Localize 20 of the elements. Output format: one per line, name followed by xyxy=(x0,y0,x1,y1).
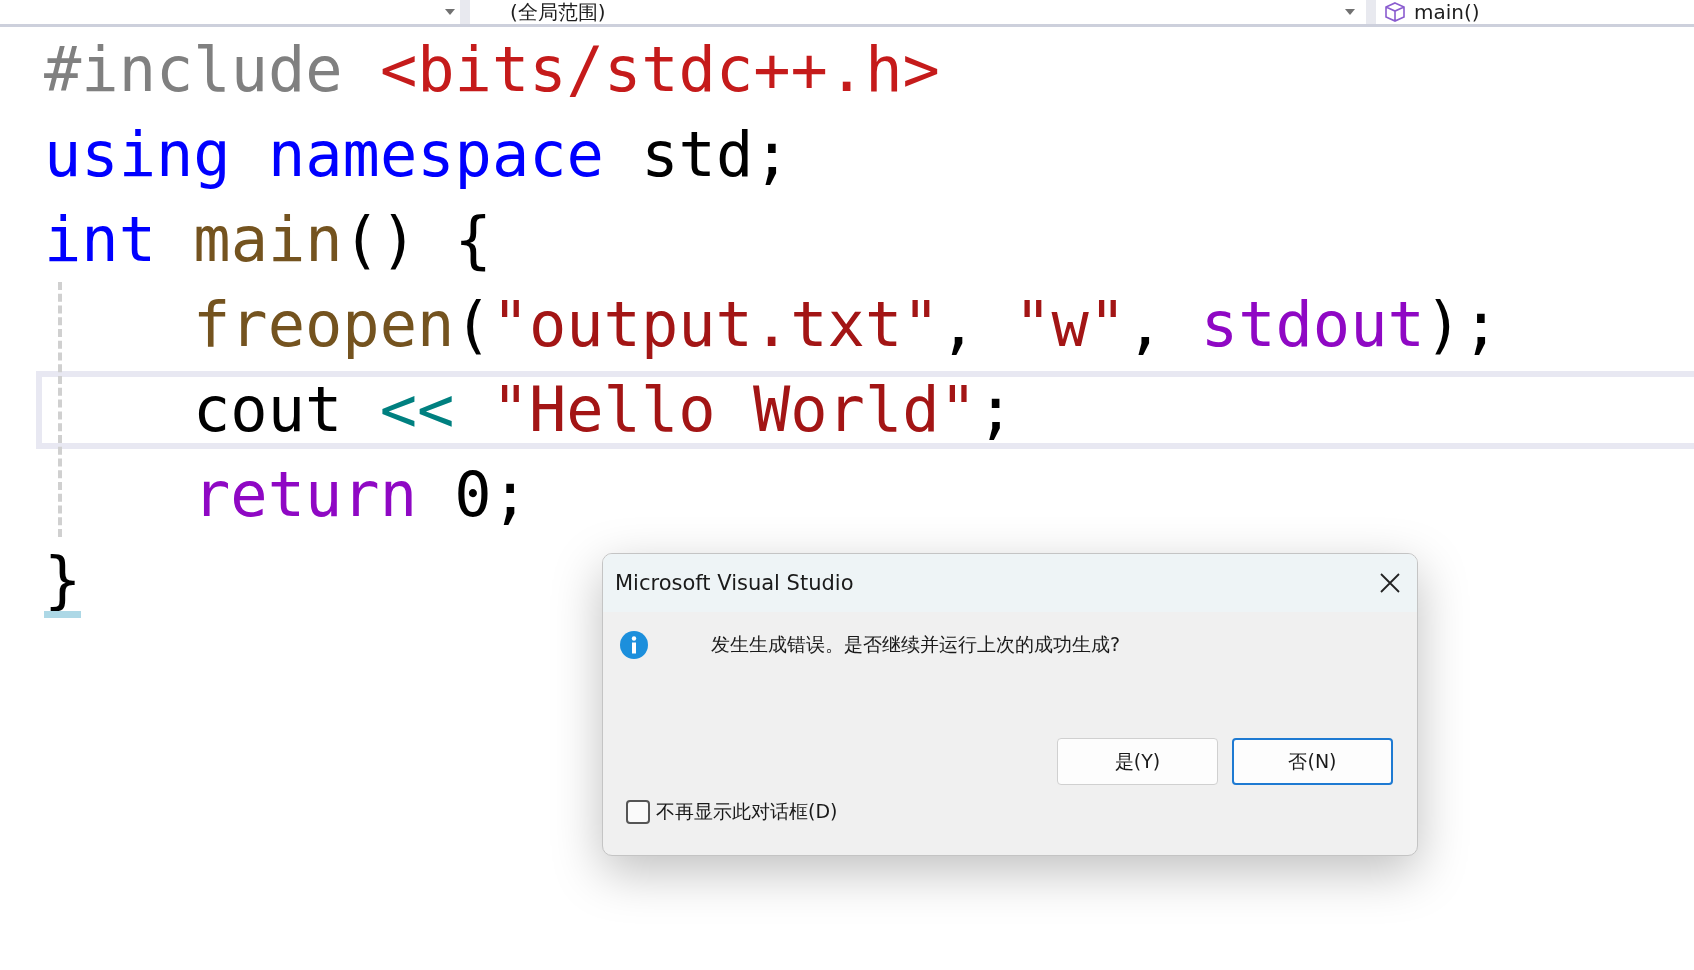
dialog-button[interactable]: 是(Y) xyxy=(1057,738,1218,785)
checkbox-label[interactable]: 不再显示此对话框(D) xyxy=(656,799,838,825)
code-line: } xyxy=(44,541,82,618)
dialog-message: 发生生成错误。是否继续并运行上次的成功生成? xyxy=(711,632,1121,657)
code-line: freopen("output.txt", "w", stdout); xyxy=(193,286,1500,363)
cube-icon xyxy=(1384,2,1406,22)
code-line: return 0; xyxy=(193,456,529,533)
checkbox[interactable] xyxy=(626,800,650,824)
caret-icon[interactable] xyxy=(1344,8,1356,16)
caret-icon[interactable] xyxy=(444,8,456,16)
dialog-title: Microsoft Visual Studio xyxy=(615,571,854,595)
close-icon[interactable] xyxy=(1379,572,1401,594)
member-dropdown[interactable]: main() xyxy=(1376,0,1480,24)
code-line: cout << "Hello World"; xyxy=(193,372,1015,448)
dialog-button[interactable]: 否(N) xyxy=(1232,738,1393,785)
info-icon xyxy=(619,630,649,660)
code-line: using namespace std; xyxy=(44,116,791,193)
code-line: #include <bits/stdc++.h> xyxy=(44,31,940,108)
code-line: int main() { xyxy=(44,201,492,278)
scope-dropdown[interactable]: (全局范围) xyxy=(470,0,1376,24)
